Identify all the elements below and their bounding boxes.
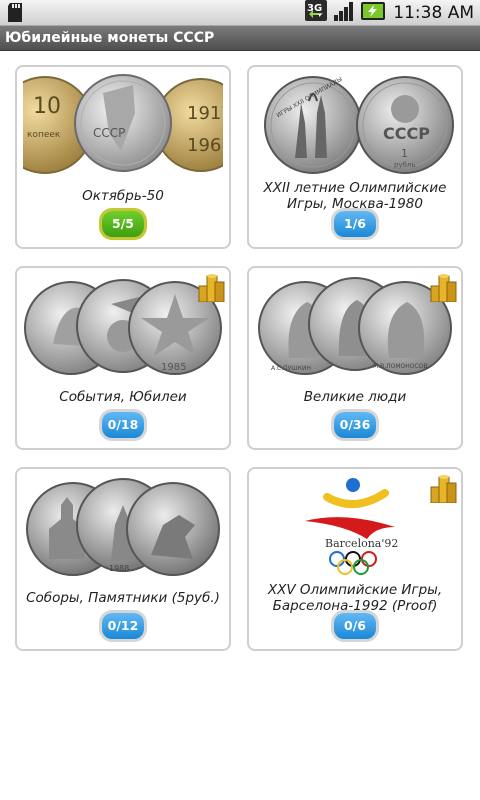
category-card-velikie-lyudi[interactable]: А.С.ПУШКИН М.В.ЛОМОНОСОВ Великие люди 0/… bbox=[247, 266, 463, 450]
category-label: Октябрь-50 bbox=[82, 188, 164, 204]
category-label: Соборы, Памятники (5руб.) bbox=[26, 590, 220, 606]
gold-coins-icon bbox=[197, 272, 225, 306]
svg-text:1967: 1967 bbox=[187, 135, 223, 156]
category-card-sobytiya[interactable]: 1985 События, Юбилеи 0/18 bbox=[15, 266, 231, 450]
category-card-barcelona-1992[interactable]: Barcelona'92 XXV Олимпийские Игры, Барсе… bbox=[247, 467, 463, 651]
coin-image: ИГРЫ XXII ОЛИМПИАДЫ СССР 1 рубль bbox=[255, 73, 455, 177]
category-card-moscow-1980[interactable]: ИГРЫ XXII ОЛИМПИАДЫ СССР 1 рубль XXII ле… bbox=[247, 65, 463, 249]
network-3g-icon: 3G bbox=[305, 0, 328, 25]
svg-text:рубль: рубль bbox=[394, 161, 416, 169]
svg-text:копеек: копеек bbox=[27, 130, 61, 140]
battery-charging-icon bbox=[361, 1, 386, 25]
svg-text:1: 1 bbox=[401, 147, 408, 160]
svg-text:1985: 1985 bbox=[161, 362, 186, 373]
coin-image: А.С.ПУШКИН М.В.ЛОМОНОСОВ bbox=[255, 274, 455, 378]
svg-text:1917: 1917 bbox=[187, 103, 223, 124]
svg-text:А.С.ПУШКИН: А.С.ПУШКИН bbox=[271, 365, 311, 372]
signal-icon bbox=[333, 1, 355, 25]
progress-badge: 5/5 bbox=[102, 211, 144, 237]
category-card-oktyabr-50[interactable]: 10 копеек 1917 1967 СССР Октябрь-50 5/5 bbox=[0, 65, 248, 249]
svg-text:10: 10 bbox=[33, 94, 61, 119]
clock: 11:38 AM bbox=[393, 2, 474, 23]
svg-text:М.В.ЛОМОНОСОВ: М.В.ЛОМОНОСОВ bbox=[373, 363, 428, 370]
svg-text:СССР: СССР bbox=[93, 126, 125, 140]
progress-badge: 0/12 bbox=[102, 613, 144, 639]
svg-text:1988: 1988 bbox=[109, 564, 129, 573]
progress-badge: 0/6 bbox=[334, 613, 376, 639]
svg-text:3G: 3G bbox=[307, 3, 322, 14]
coin-image: 1985 bbox=[23, 274, 223, 378]
category-label: XXV Олимпийские Игры, Барселона-1992 (Pr… bbox=[267, 582, 443, 614]
app-title: Юбилейные монеты СССР bbox=[0, 26, 480, 51]
coin-image: 1988 bbox=[23, 475, 223, 579]
category-label: События, Юбилеи bbox=[59, 389, 187, 405]
category-card-sobory[interactable]: 1988 Соборы, Памятники (5руб.) 0/12 bbox=[15, 467, 231, 651]
progress-badge: 1/6 bbox=[334, 211, 376, 237]
status-bar: 3G 11:38 AM bbox=[0, 0, 480, 26]
progress-badge: 0/36 bbox=[334, 412, 376, 438]
barcelona-logo-image: Barcelona'92 bbox=[255, 475, 455, 579]
svg-text:Barcelona'92: Barcelona'92 bbox=[325, 537, 398, 550]
category-label: Великие люди bbox=[303, 389, 407, 405]
sd-card-icon bbox=[8, 3, 22, 26]
gold-coins-icon bbox=[429, 473, 457, 507]
category-label: XXII летние Олимпийские Игры, Москва-198… bbox=[263, 180, 447, 212]
svg-text:СССР: СССР bbox=[383, 124, 430, 143]
progress-badge: 0/18 bbox=[102, 412, 144, 438]
gold-coins-icon bbox=[429, 272, 457, 306]
coin-image: 10 копеек 1917 1967 СССР bbox=[0, 73, 248, 177]
